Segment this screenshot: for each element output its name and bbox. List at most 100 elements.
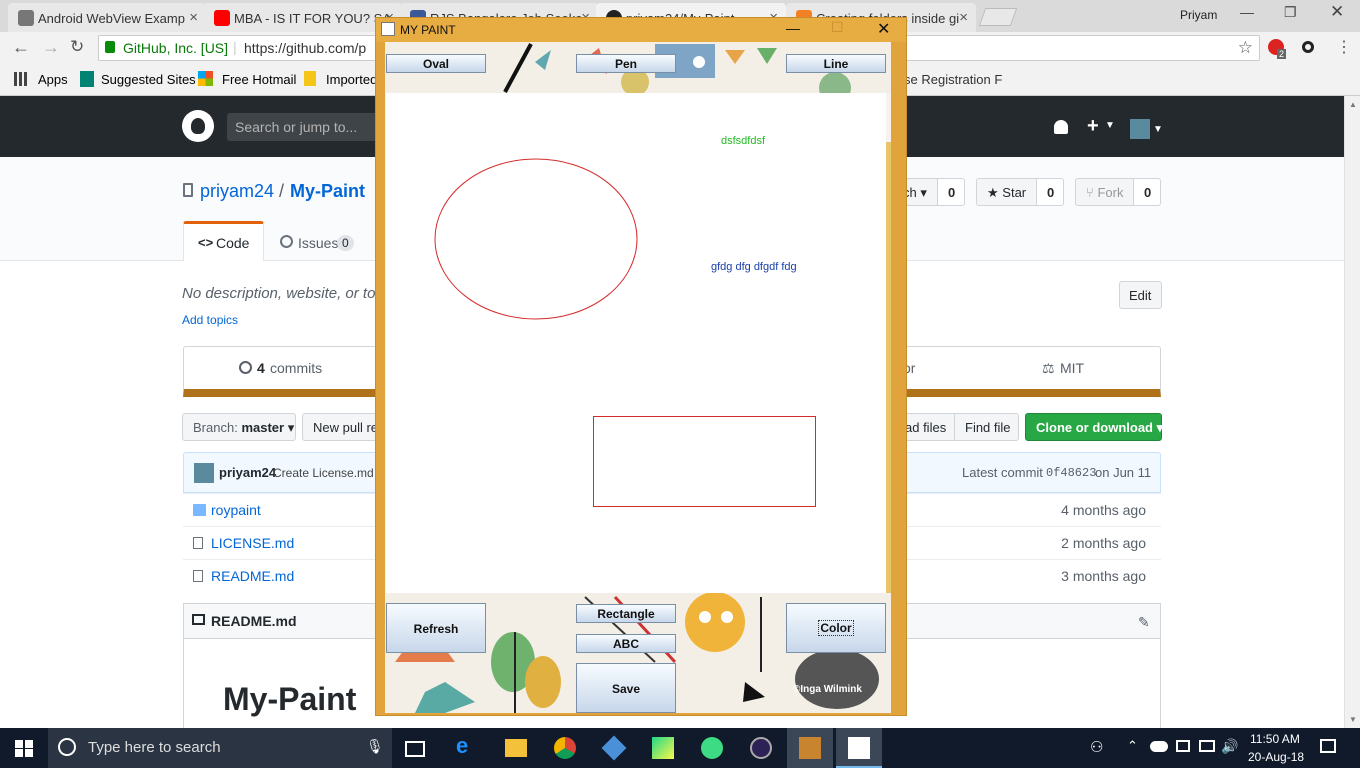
paint-app-icon[interactable] <box>848 737 870 759</box>
clock-date[interactable]: 20-Aug-18 <box>1248 750 1304 764</box>
file-icon <box>193 537 203 549</box>
microphone-icon[interactable]: 🎙 <box>366 738 384 755</box>
close-window-icon[interactable]: ✕ <box>1330 2 1344 22</box>
abc-button[interactable]: ABC <box>576 634 676 653</box>
task-view-icon[interactable] <box>405 741 425 757</box>
commit-message[interactable]: Create License.md <box>273 466 374 480</box>
extension-icon-2[interactable] <box>1302 41 1314 53</box>
file-name[interactable]: LICENSE.md <box>211 535 294 551</box>
pycharm-icon[interactable] <box>652 737 674 759</box>
people-icon[interactable]: ⚇ <box>1090 738 1103 756</box>
fork-button[interactable]: ⑂ Fork <box>1075 178 1134 206</box>
new-pull-request-button[interactable]: New pull re <box>302 413 382 441</box>
license-label[interactable]: MIT <box>1060 360 1084 376</box>
battery-icon[interactable] <box>1176 740 1190 752</box>
maximize-icon[interactable]: ☐ <box>831 19 844 36</box>
file-explorer-icon[interactable] <box>505 739 527 757</box>
commit-author[interactable]: priyam24 <box>219 465 276 480</box>
reload-icon[interactable]: ↻ <box>70 37 84 57</box>
android-studio-icon[interactable] <box>701 737 723 759</box>
chevron-up-icon[interactable]: ⌃ <box>1127 738 1138 754</box>
bookmark-apps[interactable]: Apps <box>38 72 68 87</box>
tab-code[interactable]: <> Code <box>183 221 264 261</box>
restore-icon[interactable]: ❐ <box>1284 4 1297 21</box>
cloud-icon[interactable] <box>1150 741 1168 752</box>
plus-icon[interactable]: + <box>1087 115 1099 138</box>
repo-name[interactable]: My-Paint <box>290 181 365 202</box>
find-file-button[interactable]: Find file <box>954 413 1019 441</box>
file-name[interactable]: README.md <box>211 568 294 584</box>
folder-icon <box>304 71 316 86</box>
repo-owner[interactable]: priyam24 <box>200 181 274 202</box>
github-search-input[interactable]: Search or jump to... <box>227 113 387 141</box>
tab-title: MBA - IS IT FOR YOU? SA <box>234 11 392 26</box>
commits-count[interactable]: 4 <box>257 360 265 376</box>
refresh-button[interactable]: Refresh <box>386 603 486 653</box>
pen-button[interactable]: Pen <box>576 54 676 73</box>
line-button[interactable]: Line <box>786 54 886 73</box>
profile-name[interactable]: Priyam <box>1180 8 1217 22</box>
drawing-canvas[interactable]: dsfsdfdsf gfdg dfg dfgdf fdg <box>386 93 886 593</box>
forward-icon[interactable]: → <box>42 37 60 58</box>
extension-badge: 2 <box>1277 49 1287 59</box>
commit-hash[interactable]: 0f48623 <box>1046 466 1096 480</box>
clone-download-button[interactable]: Clone or download ▾ <box>1025 413 1163 441</box>
back-icon[interactable]: ← <box>12 37 30 58</box>
chrome-icon[interactable] <box>554 737 576 759</box>
bookmark-registration[interactable]: se Registration F <box>904 72 1002 87</box>
edge-icon[interactable]: e <box>456 733 478 758</box>
typekit-icon <box>18 10 34 26</box>
browser-tab-1[interactable]: MBA - IS IT FOR YOU? SA × <box>204 3 402 32</box>
windows-logo-icon <box>198 71 213 86</box>
bookmark-imported[interactable]: Imported <box>326 72 377 87</box>
canvas-text-1: dsfsdfdsf <box>721 135 766 147</box>
file-name[interactable]: roypaint <box>211 502 261 518</box>
paint-titlebar[interactable]: MY PAINT — ☐ ✕ <box>376 18 906 42</box>
browser-tab-0[interactable]: Android WebView Examp × <box>8 3 206 32</box>
close-icon[interactable]: × <box>189 9 198 26</box>
network-icon[interactable] <box>1199 740 1215 752</box>
url-text[interactable]: https://github.com/p <box>244 40 366 56</box>
edit-button[interactable]: Edit <box>1119 281 1162 309</box>
new-tab-button[interactable] <box>978 8 1018 26</box>
pencil-icon[interactable]: ✎ <box>1138 614 1150 631</box>
bookmark-suggested[interactable]: Suggested Sites <box>101 72 196 87</box>
notification-icon[interactable] <box>1320 739 1336 753</box>
upload-files-button[interactable]: ad files <box>900 413 955 441</box>
volume-icon[interactable]: 🔊 <box>1221 738 1238 755</box>
page-scrollbar[interactable]: ▲ ▼ <box>1344 96 1360 728</box>
star-count[interactable]: 0 <box>1036 178 1064 206</box>
minimize-icon[interactable]: — <box>786 20 800 36</box>
drawn-rectangle <box>593 416 816 507</box>
watch-count[interactable]: 0 <box>937 178 965 206</box>
oval-button[interactable]: Oval <box>386 54 486 73</box>
close-icon[interactable]: × <box>959 9 968 26</box>
avatar[interactable] <box>1130 119 1150 139</box>
eclipse-icon[interactable] <box>750 737 772 759</box>
commits-label[interactable]: commits <box>270 360 322 376</box>
bookmark-hotmail[interactable]: Free Hotmail <box>222 72 296 87</box>
add-topics-link[interactable]: Add topics <box>182 313 238 327</box>
taskbar-search-placeholder: Type here to search <box>88 739 221 756</box>
windows-start-icon[interactable] <box>15 740 33 757</box>
paint-window-title: MY PAINT <box>400 23 456 37</box>
close-icon[interactable]: ✕ <box>877 19 890 39</box>
github-logo-icon[interactable] <box>182 110 214 142</box>
bell-icon[interactable] <box>1054 120 1068 134</box>
rectangle-button[interactable]: Rectangle <box>576 604 676 623</box>
color-button[interactable]: Color <box>786 603 886 653</box>
java-icon[interactable] <box>799 737 821 759</box>
tab-title: Android WebView Examp <box>38 11 185 26</box>
branch-select[interactable]: Branch: master ▾ <box>182 413 296 441</box>
minimize-icon[interactable]: — <box>1240 4 1254 20</box>
taskbar-search[interactable]: Type here to search 🎙 <box>48 728 392 768</box>
divider: | <box>233 39 237 55</box>
star-icon[interactable]: ☆ <box>1238 38 1253 58</box>
tab-issues[interactable]: Issues <box>298 235 338 251</box>
clock-time[interactable]: 11:50 AM <box>1250 732 1300 746</box>
save-button[interactable]: Save <box>576 663 676 713</box>
star-button[interactable]: ★ Star <box>976 178 1037 206</box>
menu-icon[interactable]: ⋮ <box>1336 37 1352 57</box>
fork-count[interactable]: 0 <box>1133 178 1161 206</box>
issues-count: 0 <box>337 235 354 251</box>
